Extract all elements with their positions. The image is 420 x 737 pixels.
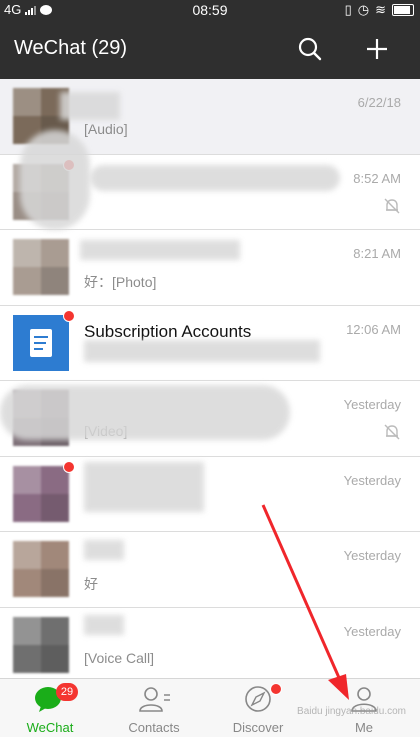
tab-label: Discover: [232, 720, 284, 735]
add-button[interactable]: [361, 33, 393, 65]
contacts-icon: [139, 687, 170, 712]
chat-time: 12:06 AM: [346, 321, 401, 337]
avatar: [13, 541, 69, 597]
chat-time: 6/22/18: [357, 95, 401, 110]
watermark: Baidu jingyan.baidu.com: [297, 706, 406, 717]
wifi-icon: ≋: [375, 2, 386, 17]
chat-preview: [Voice Call]: [84, 649, 155, 666]
unread-dot: [63, 460, 75, 473]
status-bar: 4G 08:59 ▯ ◷ ≋: [0, 0, 420, 20]
chat-time: Yesterday: [343, 548, 401, 563]
battery-icon: [392, 4, 414, 16]
chat-row[interactable]: Yesterday: [0, 456, 420, 532]
blur-mask: [84, 462, 204, 512]
mute-bell-icon: [383, 423, 401, 446]
chat-time: 8:21 AM: [353, 246, 401, 261]
blur-mask: [20, 130, 90, 230]
tab-wechat[interactable]: 29 WeChat: [10, 683, 90, 735]
status-right: ▯ ◷ ≋: [345, 2, 414, 18]
page-title: WeChat (29): [14, 37, 128, 59]
avatar: [13, 239, 69, 295]
chat-time: 8:52 AM: [353, 170, 401, 186]
blur-mask: [84, 540, 124, 560]
chat-preview: [Audio]: [84, 121, 128, 137]
vibrate-icon: ▯: [344, 2, 352, 17]
chat-name: Subscription Accounts: [84, 321, 252, 341]
unread-dot: [63, 309, 75, 322]
tab-contacts[interactable]: Contacts: [114, 685, 194, 735]
blur-mask: [90, 165, 340, 191]
chat-row[interactable]: [Voice Call] Yesterday: [0, 607, 420, 683]
alarm-icon: ◷: [357, 2, 370, 17]
blur-mask: [80, 240, 240, 260]
avatar: [13, 616, 69, 673]
tab-discover[interactable]: Discover: [218, 683, 298, 735]
avatar: [13, 465, 69, 522]
tab-label: Contacts: [128, 720, 180, 735]
chat-time: Yesterday: [343, 397, 401, 412]
chat-preview: 好: [84, 576, 98, 592]
blur-mask: [84, 340, 320, 362]
blur-mask: [84, 615, 124, 635]
chat-time: Yesterday: [343, 472, 401, 488]
subscription-avatar: [13, 314, 69, 371]
chat-preview: 好：[Photo]: [84, 274, 157, 290]
tab-label: WeChat: [26, 720, 74, 735]
tab-label: Me: [354, 720, 374, 735]
document-icon: [30, 328, 52, 357]
chat-row[interactable]: 好 Yesterday: [0, 532, 420, 608]
blur-mask: [60, 92, 120, 120]
discover-dot: [270, 683, 282, 695]
unread-badge: 29: [56, 683, 78, 701]
chat-time: Yesterday: [343, 623, 401, 639]
search-button[interactable]: [294, 33, 326, 65]
app-header: WeChat (29): [0, 20, 420, 79]
mute-bell-icon: [383, 197, 401, 220]
plus-icon: [367, 39, 387, 59]
search-icon: [298, 37, 322, 61]
blur-mask: [0, 385, 290, 440]
